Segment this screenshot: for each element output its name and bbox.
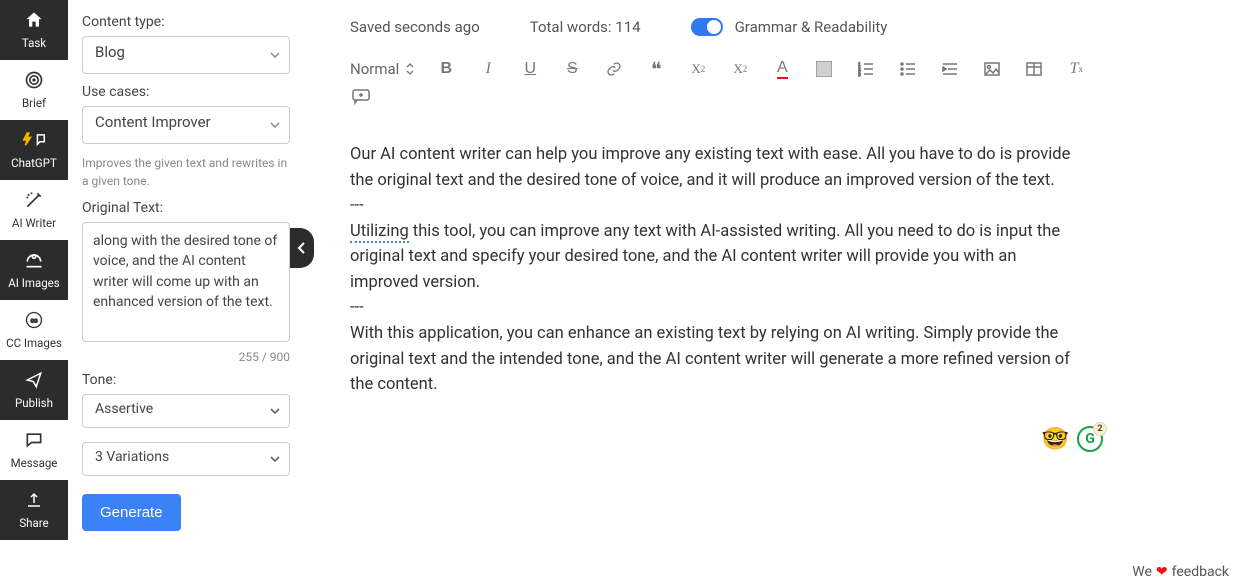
nav-ai-writer[interactable]: AI Writer — [0, 180, 68, 240]
char-count: 255 / 900 — [82, 350, 290, 364]
nav-brief[interactable]: Brief — [0, 60, 68, 120]
comment-icon[interactable] — [350, 86, 372, 108]
strikethrough-icon[interactable]: S — [561, 58, 583, 80]
format-select-value: Normal — [350, 60, 399, 78]
indent-icon[interactable] — [939, 58, 961, 80]
underline-icon[interactable]: U — [519, 58, 541, 80]
link-icon[interactable] — [603, 58, 625, 80]
generate-button[interactable]: Generate — [82, 494, 181, 531]
feedback-link[interactable]: We ❤ feedback — [1132, 564, 1229, 580]
word-count: Total words: 114 — [530, 18, 641, 36]
tone-label: Tone: — [82, 372, 290, 388]
nav-ai-writer-label: AI Writer — [12, 216, 56, 230]
grammar-toggle-label: Grammar & Readability — [735, 18, 888, 36]
quote-icon[interactable]: ❝ — [645, 58, 667, 80]
settings-sidebar: Content type: Blog Use cases: Content Im… — [68, 0, 304, 588]
nav-share[interactable]: Share — [0, 480, 68, 540]
nav-share-label: Share — [19, 516, 48, 530]
italic-icon[interactable]: I — [477, 58, 499, 80]
nav-ai-images[interactable]: AI Images — [0, 240, 68, 300]
nav-chatgpt-label: ChatGPT — [11, 156, 57, 170]
svg-text:3: 3 — [858, 73, 861, 77]
svg-text:cc: cc — [31, 318, 38, 325]
subscript-icon[interactable]: X2 — [687, 58, 709, 80]
use-cases-hint: Improves the given text and rewrites in … — [82, 154, 290, 190]
nav-task-label: Task — [22, 36, 46, 50]
unordered-list-icon[interactable] — [897, 58, 919, 80]
nav-brief-label: Brief — [22, 96, 46, 110]
nerd-emoji-icon[interactable]: 🤓 — [1042, 427, 1069, 452]
target-icon — [22, 68, 46, 92]
content-type-label: Content type: — [82, 14, 290, 30]
editor-sep: --- — [350, 193, 1080, 219]
bold-icon[interactable]: B — [435, 58, 457, 80]
nav-rail: Task Brief ChatGPT AI Writer AI Images c… — [0, 0, 68, 588]
bolt-chat-icon — [22, 128, 46, 152]
nav-cc-images-label: CC Images — [6, 336, 62, 350]
message-icon — [22, 428, 46, 452]
nav-message-label: Message — [11, 456, 58, 470]
image-icon[interactable] — [981, 58, 1003, 80]
ordered-list-icon[interactable]: 123 — [855, 58, 877, 80]
editor-topbar: Saved seconds ago Total words: 114 Gramm… — [350, 8, 1213, 50]
grammar-toggle[interactable] — [691, 18, 723, 36]
editor-paragraph: Our AI content writer can help you impro… — [350, 142, 1080, 193]
share-icon — [22, 488, 46, 512]
nav-task[interactable]: Task — [0, 0, 68, 60]
send-icon — [22, 368, 46, 392]
nav-chatgpt[interactable]: ChatGPT — [0, 120, 68, 180]
nav-message[interactable]: Message — [0, 420, 68, 480]
tone-select[interactable]: Assertive — [82, 394, 290, 428]
original-text-input[interactable] — [82, 222, 290, 342]
image-ai-icon — [22, 248, 46, 272]
saved-status: Saved seconds ago — [350, 18, 480, 36]
sidebar-collapse-handle[interactable] — [290, 228, 314, 268]
editor-paragraph: With this application, you can enhance a… — [350, 321, 1080, 398]
use-cases-select[interactable]: Content Improver — [82, 106, 290, 144]
format-select[interactable]: Normal — [350, 60, 415, 78]
content-type-select[interactable]: Blog — [82, 36, 290, 74]
editor-main: Saved seconds ago Total words: 114 Gramm… — [304, 0, 1243, 588]
nav-ai-images-label: AI Images — [8, 276, 59, 290]
editor-paragraph: Utilizing this tool, you can improve any… — [350, 219, 1080, 296]
superscript-icon[interactable]: X2 — [729, 58, 751, 80]
wand-icon — [22, 188, 46, 212]
editor-sep: --- — [350, 295, 1080, 321]
text-color-icon[interactable]: A — [771, 58, 793, 80]
spell-underline[interactable]: Utilizing — [350, 222, 409, 243]
clear-format-icon[interactable]: Tx — [1065, 58, 1087, 80]
editor-content[interactable]: Our AI content writer can help you impro… — [350, 142, 1080, 398]
nav-cc-images[interactable]: cc CC Images — [0, 300, 68, 360]
table-icon[interactable] — [1023, 58, 1045, 80]
highlight-icon[interactable] — [813, 58, 835, 80]
home-icon — [22, 8, 46, 32]
cc-icon: cc — [22, 308, 46, 332]
nav-publish[interactable]: Publish — [0, 360, 68, 420]
heart-icon: ❤ — [1156, 564, 1168, 580]
grammarly-count: 2 — [1093, 422, 1107, 436]
nav-publish-label: Publish — [15, 396, 53, 410]
status-badges: 🤓 G2 — [1042, 426, 1103, 452]
editor-toolbar: Normal B I U S ❝ X2 X2 A 123 Tx — [350, 50, 1213, 86]
original-text-label: Original Text: — [82, 200, 290, 216]
grammarly-badge[interactable]: G2 — [1077, 426, 1103, 452]
variations-select[interactable]: 3 Variations — [82, 442, 290, 476]
use-cases-label: Use cases: — [82, 84, 290, 100]
